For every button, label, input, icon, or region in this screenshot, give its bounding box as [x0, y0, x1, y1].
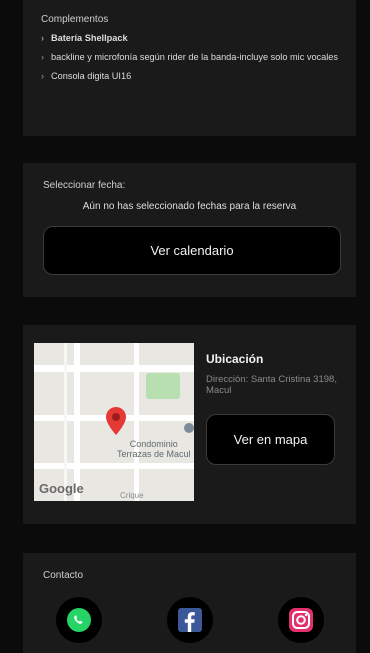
google-logo: Google: [39, 481, 84, 496]
list-item: › Batería Shellpack: [41, 33, 338, 44]
no-dates-message: Aún no has seleccionado fechas para la r…: [82, 201, 297, 212]
date-selection-card: Seleccionar fecha: Aún no has selecciona…: [23, 163, 356, 297]
complements-card: Complementos › Batería Shellpack › backl…: [23, 0, 356, 136]
date-selection-title: Seleccionar fecha:: [43, 180, 126, 191]
contact-card: Contacto: [23, 553, 356, 653]
list-item-text: backline y microfonía según rider de la …: [51, 52, 339, 62]
chevron-right-icon: ›: [41, 33, 45, 43]
instagram-button[interactable]: [278, 597, 324, 643]
map-street-label: Crique: [120, 491, 144, 500]
chevron-right-icon: ›: [41, 52, 45, 62]
location-address: Dirección: Santa Cristina 3198, Macul: [206, 374, 337, 396]
list-item-text: Consola digita UI16: [51, 71, 132, 81]
chevron-right-icon: ›: [41, 71, 45, 81]
location-title: Ubicación: [206, 352, 264, 366]
facebook-button[interactable]: [167, 597, 213, 643]
map-place-label: Condominio Terrazas de Macul: [117, 439, 191, 459]
view-calendar-button[interactable]: Ver calendario: [43, 226, 341, 275]
facebook-icon: [178, 608, 202, 632]
complements-title: Complementos: [41, 14, 109, 25]
list-item-text: Batería Shellpack: [51, 33, 128, 43]
complements-list: › Batería Shellpack › backline y microfo…: [41, 33, 338, 82]
location-card: Condominio Terrazas de Macul Crique Goog…: [23, 325, 356, 524]
map-pin-icon: [106, 407, 126, 435]
whatsapp-icon: [67, 608, 91, 632]
location-map[interactable]: Condominio Terrazas de Macul Crique Goog…: [34, 343, 194, 501]
instagram-icon: [289, 608, 313, 632]
contact-title: Contacto: [43, 570, 84, 581]
view-map-button[interactable]: Ver en mapa: [206, 414, 335, 465]
list-item: › backline y microfonía según rider de l…: [41, 52, 338, 63]
whatsapp-button[interactable]: [56, 597, 102, 643]
list-item: › Consola digita UI16: [41, 71, 338, 82]
